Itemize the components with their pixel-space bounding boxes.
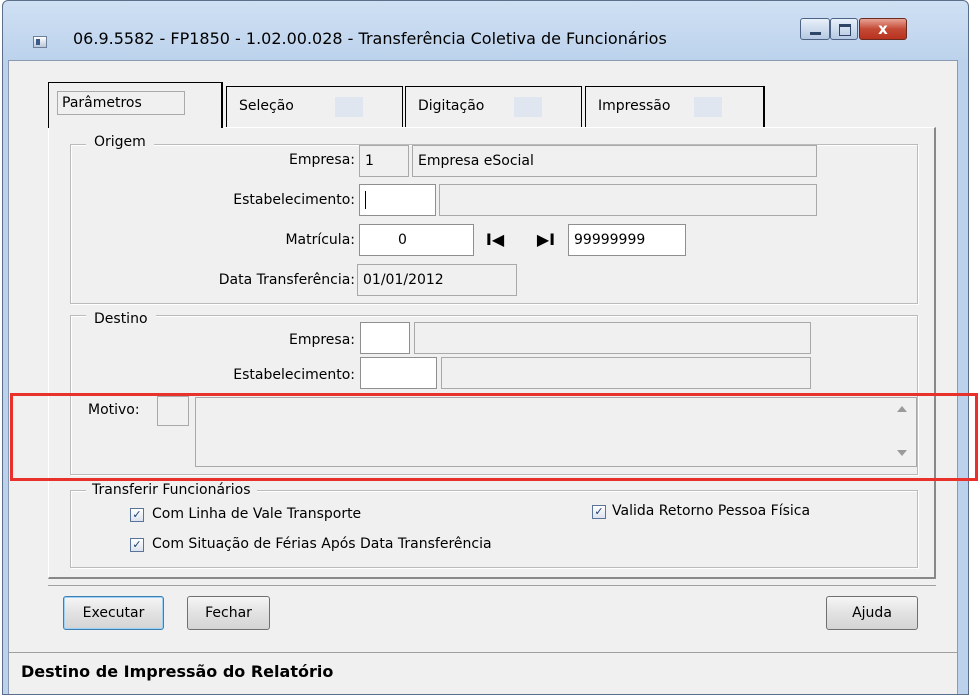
tab-label: Seleção bbox=[239, 98, 294, 114]
origem-empresa-code-field[interactable]: 1 bbox=[359, 145, 409, 177]
tab-impressao[interactable]: Impressão bbox=[585, 86, 765, 128]
close-button[interactable]: x bbox=[859, 18, 907, 40]
transferir-title: Transferir Funcionários bbox=[86, 482, 257, 498]
minimize-button[interactable] bbox=[800, 18, 830, 40]
text-cursor bbox=[365, 191, 366, 209]
transferir-group bbox=[70, 490, 918, 568]
motivo-label: Motivo: bbox=[88, 402, 140, 418]
origem-estab-name-field bbox=[439, 184, 817, 216]
ajuda-button[interactable]: Ajuda bbox=[826, 596, 918, 630]
app-icon[interactable] bbox=[33, 36, 47, 48]
destino-empresa-code-field[interactable] bbox=[360, 322, 410, 354]
matricula-label: Matrícula: bbox=[285, 232, 355, 248]
title-bar[interactable]: 06.9.5582 - FP1850 - 1.02.00.028 - Trans… bbox=[3, 1, 968, 61]
scroll-down-icon[interactable] bbox=[897, 450, 907, 456]
checkbox-label: Valida Retorno Pessoa Física bbox=[612, 503, 811, 519]
executar-button[interactable]: Executar bbox=[63, 596, 164, 630]
tab-parametros[interactable]: Parâmetros bbox=[48, 82, 223, 128]
checkbox-label: Com Situação de Férias Após Data Transfe… bbox=[152, 536, 492, 552]
status-text: Destino de Impressão do Relatório bbox=[21, 662, 334, 681]
destino-title: Destino bbox=[86, 311, 156, 327]
last-record-icon[interactable]: ▶I bbox=[535, 228, 557, 252]
data-transferencia-label: Data Transferência: bbox=[218, 272, 355, 288]
tab-selecao[interactable]: Seleção bbox=[226, 86, 403, 128]
window-title: 06.9.5582 - FP1850 - 1.02.00.028 - Trans… bbox=[73, 29, 667, 48]
matricula-from-field[interactable]: 0 bbox=[359, 224, 474, 256]
matricula-to-field[interactable]: 99999999 bbox=[568, 224, 686, 256]
checkbox-checked-icon[interactable]: ✓ bbox=[130, 538, 144, 552]
origem-estab-code-field[interactable] bbox=[359, 184, 436, 216]
origem-title: Origem bbox=[86, 134, 154, 150]
separator bbox=[48, 585, 936, 586]
destino-empresa-label: Empresa: bbox=[288, 332, 355, 348]
destino-empresa-name-field bbox=[414, 322, 811, 354]
status-bar: Destino de Impressão do Relatório bbox=[9, 652, 957, 694]
tab-label: Impressão bbox=[598, 98, 671, 114]
origem-empresa-label: Empresa: bbox=[288, 152, 355, 168]
motivo-scrollbar[interactable] bbox=[892, 400, 912, 464]
maximize-button[interactable] bbox=[830, 18, 858, 40]
checkbox-checked-icon[interactable]: ✓ bbox=[592, 505, 606, 519]
tab-label: Parâmetros bbox=[57, 91, 185, 115]
destino-estab-label: Estabelecimento: bbox=[233, 367, 355, 383]
tab-shade bbox=[335, 97, 363, 117]
checkbox-checked-icon[interactable]: ✓ bbox=[130, 508, 144, 522]
origem-estab-label: Estabelecimento: bbox=[233, 192, 355, 208]
scroll-up-icon[interactable] bbox=[897, 406, 907, 412]
tab-digitacao[interactable]: Digitação bbox=[405, 86, 582, 128]
fechar-button[interactable]: Fechar bbox=[187, 596, 270, 630]
motivo-code-field[interactable] bbox=[157, 396, 189, 426]
origem-empresa-name-field: Empresa eSocial bbox=[412, 145, 817, 177]
destino-estab-name-field bbox=[441, 357, 811, 389]
close-icon: x bbox=[878, 20, 888, 38]
destino-estab-code-field[interactable] bbox=[360, 357, 437, 389]
tab-shade bbox=[694, 97, 722, 117]
first-record-icon[interactable]: I◀ bbox=[484, 228, 506, 252]
tab-shade bbox=[514, 97, 542, 117]
checkbox-label: Com Linha de Vale Transporte bbox=[152, 506, 362, 522]
motivo-text-area[interactable] bbox=[195, 397, 917, 467]
tab-label: Digitação bbox=[418, 98, 485, 114]
data-transferencia-field[interactable]: 01/01/2012 bbox=[357, 264, 517, 296]
